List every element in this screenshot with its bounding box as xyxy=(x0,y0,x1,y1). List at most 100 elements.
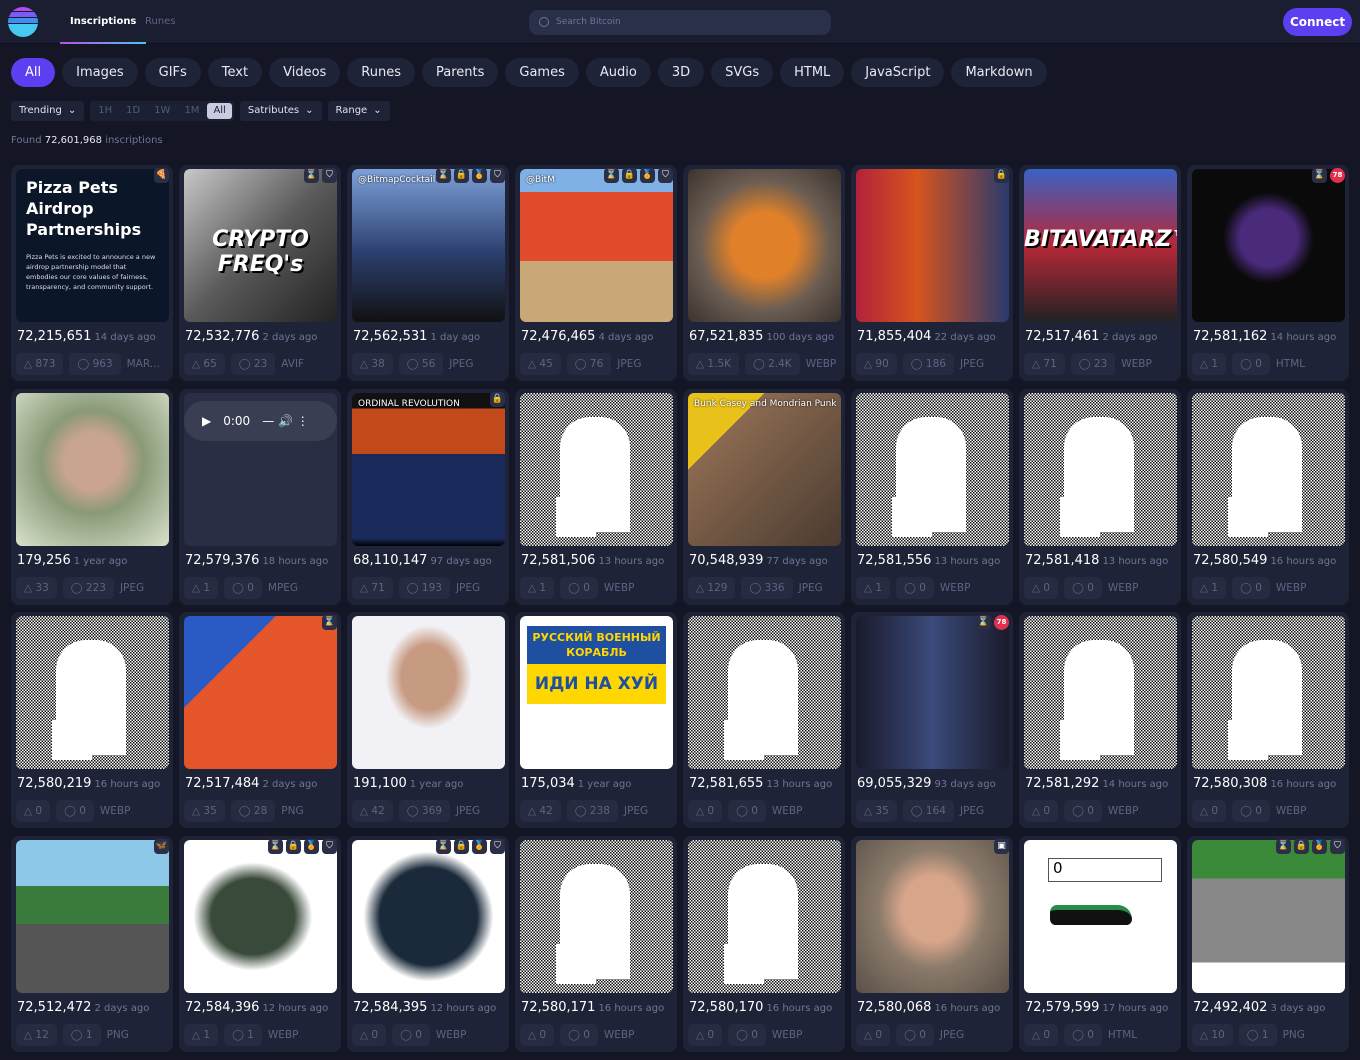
inscription-thumbnail[interactable]: ▶ 0:00 — 🔊 ⋮ xyxy=(184,392,337,546)
category-html[interactable]: HTML xyxy=(780,58,845,87)
inscription-thumbnail[interactable] xyxy=(16,392,169,546)
inscription-thumbnail[interactable]: РУССКИЙ ВОЕННЫЙ КОРАБЛЬ ИДИ НА ХУЙ xyxy=(520,616,673,769)
category-all[interactable]: All xyxy=(11,58,56,87)
play-icon[interactable]: ▶ xyxy=(202,414,211,428)
like-button[interactable]: △ 0 xyxy=(688,1023,723,1046)
category-svgs[interactable]: SVGs xyxy=(711,58,774,87)
inscription-number[interactable]: 72,492,402 xyxy=(1193,1000,1267,1015)
search-input[interactable]: Search Bitcoin xyxy=(529,10,831,35)
inscription-thumbnail[interactable] xyxy=(16,616,169,769)
comment-button[interactable]: ◯ 0 xyxy=(728,800,766,822)
comment-button[interactable]: ◯ 963 xyxy=(69,353,121,375)
like-button[interactable]: △ 0 xyxy=(520,1023,555,1046)
comment-button[interactable]: ◯ 0 xyxy=(1232,353,1270,375)
inscription-card[interactable]: 0 72,579,599 17 hours ago △ 0 ◯ 0 HTML xyxy=(1019,835,1181,1052)
inscription-number[interactable]: 72,532,776 xyxy=(185,329,259,344)
comment-button[interactable]: ◯ 164 xyxy=(902,800,954,822)
inscription-thumbnail[interactable] xyxy=(688,839,841,993)
inscription-number[interactable]: 72,581,506 xyxy=(521,553,595,568)
like-button[interactable]: △ 0 xyxy=(352,1023,387,1046)
category-runes[interactable]: Runes xyxy=(347,58,415,87)
comment-button[interactable]: ◯ 56 xyxy=(398,353,444,375)
video-player[interactable]: ▶ 0:00 — 🔊 ⋮ xyxy=(184,400,337,441)
inscription-card[interactable]: @BitmapCocktail ⌛ 🔒 🏅 ⛉ 72,562,531 1 day ago △ … xyxy=(347,165,509,381)
volume-icon[interactable]: — 🔊 ⋮ xyxy=(262,414,309,428)
inscription-number[interactable]: 175,034 xyxy=(521,776,575,791)
inscription-card[interactable]: 72,580,219 16 hours ago △ 0 ◯ 0 WEBP xyxy=(11,612,173,828)
comment-button[interactable]: ◯ 1 xyxy=(1238,1023,1277,1046)
logo[interactable] xyxy=(8,7,38,37)
like-button[interactable]: △ 0 xyxy=(1192,800,1227,822)
inscription-card[interactable]: ▶ 0:00— 🔊 ⋮ 72,579,376 18 hours ago △ 1 ◯ 0 MP… xyxy=(179,388,341,605)
inscription-number[interactable]: 72,584,396 xyxy=(185,1000,259,1015)
inscription-number[interactable]: 72,580,308 xyxy=(1193,776,1267,791)
like-button[interactable]: △ 42 xyxy=(520,800,561,822)
comment-button[interactable]: ◯ 0 xyxy=(1064,576,1102,599)
comment-button[interactable]: ◯ 76 xyxy=(566,353,612,375)
inscription-number[interactable]: 72,584,395 xyxy=(353,1000,427,1015)
inscription-card[interactable]: Pizza Pets Airdrop Partnerships Pizza Pet… xyxy=(11,165,173,381)
comment-button[interactable]: ◯ 0 xyxy=(896,1023,934,1046)
comment-button[interactable]: ◯ 1 xyxy=(62,1023,101,1046)
inscription-thumbnail[interactable]: BITAVATARZ™ xyxy=(1024,169,1177,322)
tab-inscriptions[interactable]: Inscriptions xyxy=(59,0,147,44)
category-parents[interactable]: Parents xyxy=(422,58,499,87)
inscription-number[interactable]: 72,579,376 xyxy=(185,553,259,568)
inscription-number[interactable]: 72,580,171 xyxy=(521,1000,595,1015)
comment-button[interactable]: ◯ 0 xyxy=(1064,800,1102,822)
inscription-thumbnail[interactable] xyxy=(688,616,841,769)
inscription-card[interactable]: ⌛ 78 69,055,329 93 days ago △ 35 ◯ 164 JPEG xyxy=(851,612,1013,828)
like-button[interactable]: △ 71 xyxy=(352,576,393,599)
comment-button[interactable]: ◯ 0 xyxy=(392,1023,430,1046)
category-games[interactable]: Games xyxy=(505,58,579,87)
like-button[interactable]: △ 90 xyxy=(856,353,897,375)
inscription-number[interactable]: 68,110,147 xyxy=(353,553,427,568)
like-button[interactable]: △ 873 xyxy=(16,353,64,375)
category-audio[interactable]: Audio xyxy=(585,58,651,87)
inscription-card[interactable]: Bunk Casey and Mondrian Punk 70,548,939 77… xyxy=(683,388,845,605)
inscription-card[interactable]: ▣ 72,580,068 16 hours ago △ 0 ◯ 0 JPEG xyxy=(851,835,1013,1052)
inscription-thumbnail[interactable] xyxy=(520,392,673,546)
inscription-number[interactable]: 72,581,655 xyxy=(689,776,763,791)
comment-button[interactable]: ◯ 336 xyxy=(741,576,793,599)
comment-button[interactable]: ◯ 0 xyxy=(560,1023,598,1046)
like-button[interactable]: △ 35 xyxy=(856,800,897,822)
comment-button[interactable]: ◯ 2.4K xyxy=(745,353,800,375)
inscription-card[interactable]: 72,580,170 16 hours ago △ 0 ◯ 0 WEBP xyxy=(683,835,845,1052)
like-button[interactable]: △ 0 xyxy=(856,1023,891,1046)
inscription-number[interactable]: 72,476,465 xyxy=(521,329,595,344)
inscription-number[interactable]: 72,581,292 xyxy=(1025,776,1099,791)
satributes-dropdown[interactable]: Satributes xyxy=(239,101,322,121)
inscription-card[interactable]: CRYPTO FREQ's ⌛ ⛉ 72,532,776 2 days ago △ 65 ◯… xyxy=(179,165,341,381)
time-1h[interactable]: 1H xyxy=(92,103,118,119)
inscription-number[interactable]: 67,521,835 xyxy=(689,329,763,344)
inscription-number[interactable]: 69,055,329 xyxy=(857,776,931,791)
category-text[interactable]: Text xyxy=(207,58,263,87)
comment-button[interactable]: ◯ 369 xyxy=(398,800,450,822)
inscription-thumbnail[interactable] xyxy=(1024,616,1177,769)
inscription-number[interactable]: 191,100 xyxy=(353,776,407,791)
like-button[interactable]: △ 45 xyxy=(520,353,561,375)
inscription-card[interactable]: РУССКИЙ ВОЕННЫЙ КОРАБЛЬ ИДИ НА ХУЙ 175,034… xyxy=(515,612,677,828)
comment-button[interactable]: ◯ 23 xyxy=(1070,353,1116,375)
inscription-thumbnail[interactable] xyxy=(184,616,337,769)
inscription-card[interactable]: 🔒 71,855,404 22 days ago △ 90 ◯ 186 JPEG xyxy=(851,165,1013,381)
like-button[interactable]: △ 35 xyxy=(184,800,225,822)
like-button[interactable]: △ 0 xyxy=(1024,576,1059,599)
comment-button[interactable]: ◯ 223 xyxy=(62,576,114,599)
html-input-value[interactable]: 0 xyxy=(1048,857,1162,882)
inscription-card[interactable]: 72,580,308 16 hours ago △ 0 ◯ 0 WEBP xyxy=(1187,612,1349,828)
category-images[interactable]: Images xyxy=(62,58,138,87)
inscription-thumbnail[interactable] xyxy=(352,839,505,993)
inscription-card[interactable]: BITAVATARZ™ 72,517,461 2 days ago △ 71 ◯ 23 W… xyxy=(1019,165,1181,381)
inscription-card[interactable]: ⌛ 🔒 🏅 ⛉ 72,492,402 3 days ago △ 10 ◯ 1 PNG xyxy=(1187,835,1349,1052)
category-javascript[interactable]: JavaScript xyxy=(851,58,945,87)
inscription-number[interactable]: 179,256 xyxy=(17,553,71,568)
like-button[interactable]: △ 129 xyxy=(688,576,736,599)
inscription-card[interactable]: @BitM ⌛ 🔒 🏅 ⛉ 72,476,465 4 days ago △ 45 ◯ 76 JPE… xyxy=(515,165,677,381)
comment-button[interactable]: ◯ 0 xyxy=(1232,576,1270,599)
inscription-thumbnail[interactable] xyxy=(1192,392,1345,546)
inscription-thumbnail[interactable] xyxy=(1024,392,1177,546)
comment-button[interactable]: ◯ 0 xyxy=(1232,800,1270,822)
time-all[interactable]: All xyxy=(207,103,232,119)
